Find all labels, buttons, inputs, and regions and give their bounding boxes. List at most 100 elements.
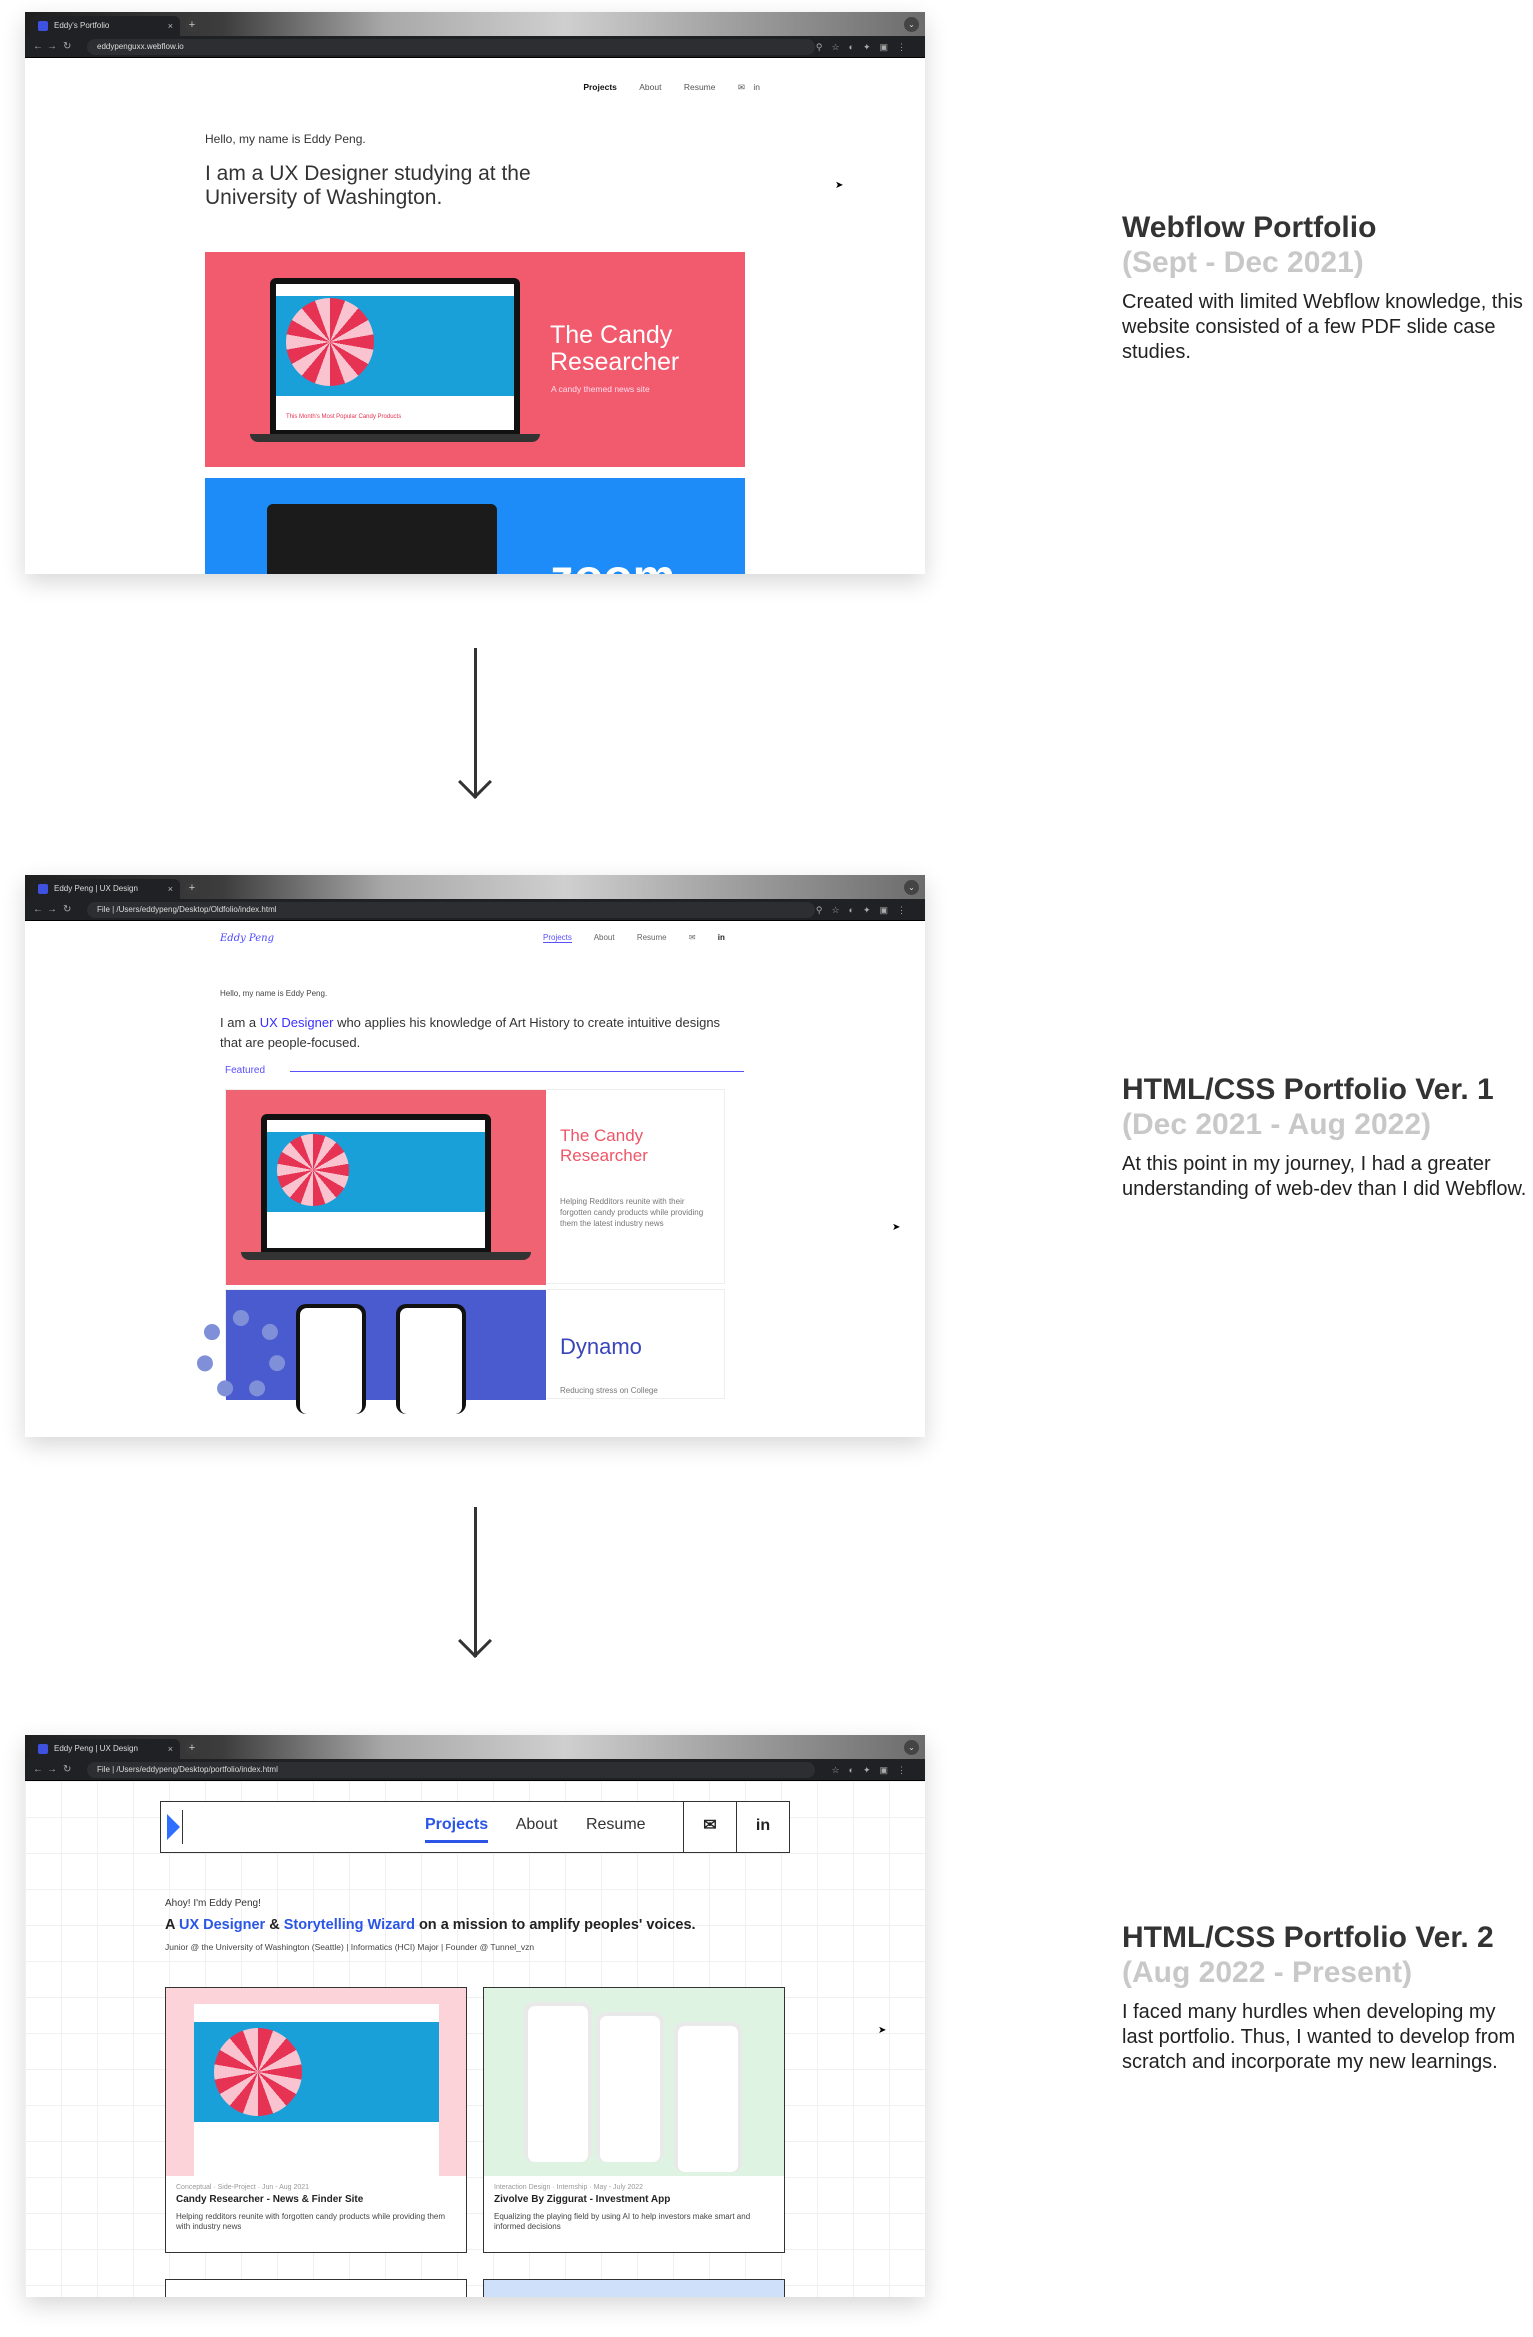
browser-tab[interactable]: Eddy's Portfolio ×: [30, 16, 180, 36]
url-field[interactable]: eddypenguxx.webflow.io: [87, 39, 815, 55]
phone-mockup: [296, 1304, 366, 1414]
card-subtitle: A candy themed news site: [551, 384, 650, 394]
candy-card-image: [226, 1090, 546, 1285]
card-title: Zivolve By Ziggurat - Investment App: [494, 2194, 671, 2205]
greeting: Hello, my name is Eddy Peng.: [220, 989, 328, 998]
close-tab-icon[interactable]: ×: [168, 16, 173, 36]
card-title: The Candy Researcher: [560, 1126, 648, 1165]
zoom-title: zoom: [550, 550, 675, 574]
zoom-card[interactable]: zoom: [205, 478, 745, 574]
new-tab-icon[interactable]: +: [185, 881, 199, 895]
back-icon[interactable]: ←: [33, 36, 43, 58]
address-bar: ← → ↻ File | /Users/eddypeng/Desktop/Old…: [25, 899, 925, 921]
phone-mockup: [596, 2012, 664, 2162]
tab-search-icon[interactable]: ⌄: [904, 1740, 919, 1755]
html-css-v1-screenshot: Eddy Peng | UX Design × + ⌄ ← → ↻ File |…: [25, 875, 925, 1437]
mail-icon[interactable]: ✉: [689, 933, 696, 942]
grid-background: [25, 1781, 925, 2297]
html-css-v2-screenshot: Eddy Peng | UX Design × + ⌄ ← → ↻ File |…: [25, 1735, 925, 2297]
note-body: I faced many hurdles when developing my …: [1122, 2001, 1516, 2073]
note-body: At this point in my journey, I had a gre…: [1122, 1153, 1527, 1200]
address-bar: ← → ↻ eddypenguxx.webflow.io ⚲☆◐✦▣⋮: [25, 36, 925, 58]
nav-about[interactable]: About: [639, 82, 661, 92]
linkedin-icon[interactable]: in: [753, 82, 760, 92]
reload-icon[interactable]: ↻: [63, 1759, 71, 1781]
phone-mockup: [396, 1304, 466, 1414]
dynamo-card[interactable]: Dynamo Reducing stress on College: [196, 1289, 725, 1414]
nav-resume[interactable]: Resume: [684, 82, 716, 92]
back-icon[interactable]: ←: [33, 1759, 43, 1781]
browser-toolbar-icons[interactable]: ⚲☆◐✦▣⋮: [816, 899, 915, 921]
nav-resume[interactable]: Resume: [637, 933, 667, 942]
project-card[interactable]: [165, 2279, 467, 2297]
card-description: Equalizing the playing field by using AI…: [494, 2212, 751, 2231]
forward-icon[interactable]: →: [47, 1759, 57, 1781]
nav-projects[interactable]: Projects: [425, 1816, 489, 1843]
browser-tab-bar: Eddy Peng | UX Design × + ⌄: [25, 875, 925, 899]
nav-resume[interactable]: Resume: [586, 1816, 646, 1833]
reload-icon[interactable]: ↻: [63, 36, 71, 58]
linkedin-icon[interactable]: in: [718, 933, 725, 942]
lollipop-image: [214, 2028, 302, 2116]
linkedin-icon[interactable]: in: [736, 1800, 789, 1853]
url-prefix: File: [97, 905, 110, 914]
nav-projects[interactable]: Projects: [543, 933, 572, 943]
greeting: Hello, my name is Eddy Peng.: [205, 132, 366, 146]
phone-mockup: [524, 2002, 592, 2162]
page-content: Eddy Peng Projects About Resume ✉ in Hel…: [25, 921, 925, 1437]
project-card[interactable]: [483, 2279, 785, 2297]
note-dates: (Dec 2021 - Aug 2022): [1122, 1108, 1432, 1141]
forward-icon[interactable]: →: [47, 899, 57, 921]
tab-search-icon[interactable]: ⌄: [904, 17, 919, 32]
featured-label: Featured: [225, 1065, 266, 1076]
browser-tab-bar: Eddy's Portfolio × + ⌄: [25, 12, 925, 36]
nav-projects[interactable]: Projects: [583, 82, 617, 92]
nav-about[interactable]: About: [594, 933, 615, 942]
logo[interactable]: Eddy Peng: [220, 933, 274, 944]
note-webflow: Webflow Portfolio (Sept - Dec 2021) Crea…: [1122, 210, 1532, 365]
page-content: Projects About Resume ✉ in Hello, my nam…: [25, 58, 925, 574]
project-card-zivolve[interactable]: Interaction Design · Internship · May - …: [483, 1987, 785, 2253]
close-tab-icon[interactable]: ×: [168, 1739, 173, 1759]
nav-about[interactable]: About: [516, 1816, 558, 1833]
candy-researcher-card[interactable]: The Candy Researcher Helping Redditors r…: [225, 1089, 725, 1285]
candy-researcher-card[interactable]: This Month's Most Popular Candy Products…: [205, 252, 745, 467]
card-title: Candy Researcher - News & Finder Site: [176, 2194, 364, 2205]
subline: Junior @ the University of Washington (S…: [165, 1942, 535, 1952]
card-title: The Candy Researcher: [550, 321, 680, 376]
close-tab-icon[interactable]: ×: [168, 879, 173, 899]
headline: I am a UX Designer studying at the Unive…: [205, 162, 531, 209]
card-description: Reducing stress on College: [560, 1386, 658, 1395]
mail-icon[interactable]: ✉: [683, 1800, 736, 1853]
address-bar: ← → ↻ File | /Users/eddypeng/Desktop/por…: [25, 1759, 925, 1781]
url-prefix: File: [97, 1765, 110, 1774]
browser-toolbar-icons[interactable]: ☆◐✦▣⋮: [831, 1759, 915, 1781]
forward-icon[interactable]: →: [47, 36, 57, 58]
phone-mockup: [674, 2022, 742, 2172]
new-tab-icon[interactable]: +: [185, 18, 199, 32]
url-field[interactable]: File | /Users/eddypeng/Desktop/portfolio…: [87, 1762, 815, 1778]
gear-icon: [196, 1310, 286, 1400]
mail-icon[interactable]: ✉: [738, 82, 745, 92]
back-icon[interactable]: ←: [33, 899, 43, 921]
project-card-candy[interactable]: Conceptual · Side-Project · Jun - Aug 20…: [165, 1987, 467, 2253]
tab-search-icon[interactable]: ⌄: [904, 880, 919, 895]
card-meta: Conceptual · Side-Project · Jun - Aug 20…: [176, 2184, 310, 2191]
dynamo-card-image: [196, 1290, 546, 1414]
browser-toolbar-icons[interactable]: ⚲☆◐✦▣⋮: [816, 36, 915, 58]
tab-title: Eddy Peng | UX Design: [54, 884, 138, 893]
site-nav: Projects About Resume ✉ in: [543, 933, 745, 943]
reload-icon[interactable]: ↻: [63, 899, 71, 921]
card-description: Helping redditors reunite with forgotten…: [176, 2212, 446, 2231]
lollipop-image: [286, 298, 374, 386]
zivolve-card-image: [484, 1988, 784, 2176]
headline: I am a UX Designer who applies his knowl…: [220, 1015, 721, 1050]
url-field[interactable]: File | /Users/eddypeng/Desktop/Oldfolio/…: [87, 902, 815, 918]
browser-tab[interactable]: Eddy Peng | UX Design ×: [30, 879, 180, 899]
note-title: Webflow Portfolio: [1122, 211, 1377, 244]
note-dates: (Sept - Dec 2021): [1122, 246, 1364, 279]
new-tab-icon[interactable]: +: [185, 1741, 199, 1755]
note-v2: HTML/CSS Portfolio Ver. 2 (Aug 2022 - Pr…: [1122, 1920, 1532, 2075]
logo-icon[interactable]: [165, 1810, 183, 1844]
browser-tab[interactable]: Eddy Peng | UX Design ×: [30, 1739, 180, 1759]
